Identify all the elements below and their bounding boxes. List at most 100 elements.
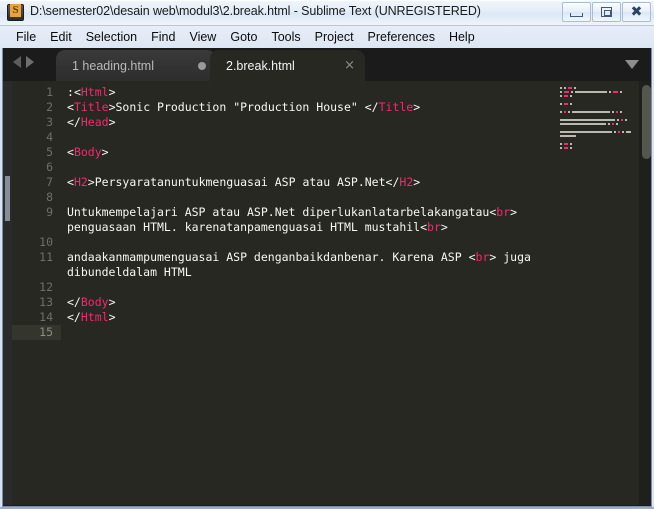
sublime-text-window: D:\semester02\desain web\modul3\2.break.…: [0, 0, 654, 509]
minimap-line: [560, 102, 639, 105]
menu-item-preferences[interactable]: Preferences: [361, 28, 442, 47]
minimap-line: [560, 118, 639, 121]
minimap-segment: [621, 118, 623, 121]
html-tag-name: Title: [378, 100, 414, 114]
minimap-line: [560, 90, 639, 93]
menu-item-goto[interactable]: Goto: [223, 28, 264, 47]
left-rail: [3, 81, 12, 505]
minimap-segment: [612, 110, 614, 113]
minimap-segment: [626, 130, 631, 133]
line-number-gutter: 1 2 3 4 5 6 7 8 9 10 11 12 13 14 15: [12, 81, 61, 505]
code-text: >: [108, 85, 116, 99]
close-button[interactable]: ✖: [622, 2, 651, 22]
menu-item-tools[interactable]: Tools: [264, 28, 307, 47]
html-tag-name: Title: [73, 100, 109, 114]
menu-item-edit[interactable]: Edit: [43, 28, 79, 47]
line-number: 8: [46, 190, 53, 204]
menu-item-file[interactable]: File: [9, 28, 43, 47]
code-text: </: [385, 175, 400, 189]
minimap-line: [560, 122, 639, 125]
code-text: Sonic Production "Production House": [115, 100, 365, 114]
menu-bar: File Edit Selection Find View Goto Tools…: [0, 26, 654, 48]
menu-item-find[interactable]: Find: [144, 28, 182, 47]
minimap[interactable]: [557, 81, 639, 505]
html-tag-name: Body: [80, 295, 109, 309]
tab-break-html[interactable]: 2.break.html ×: [210, 50, 365, 81]
line-number: 13: [39, 295, 53, 309]
minimap-line: [560, 106, 639, 109]
scrollbar-thumb[interactable]: [642, 85, 651, 159]
minimap-segment: [575, 90, 607, 93]
line-number: 12: [39, 280, 53, 294]
code-line: <Title>Sonic Production "Production Hous…: [67, 100, 557, 115]
minimap-line: [560, 146, 639, 149]
tab-modified-dot-icon[interactable]: [198, 61, 206, 70]
minimap-line: [560, 98, 639, 101]
tab-label: 1 heading.html: [72, 58, 155, 73]
code-text: >: [108, 100, 116, 114]
code-text: <: [73, 85, 81, 99]
minimap-line: [560, 126, 639, 129]
minimap-segment: [564, 86, 566, 89]
window-top-highlight: [0, 0, 654, 1]
html-tag-name: H2: [73, 175, 88, 189]
tab-close-icon[interactable]: ×: [344, 59, 355, 72]
tab-heading-html[interactable]: 1 heading.html: [56, 50, 216, 81]
menu-item-selection[interactable]: Selection: [79, 28, 144, 47]
minimap-line: [560, 94, 639, 97]
minimap-segment: [570, 94, 572, 97]
minimap-segment: [560, 146, 562, 149]
code-text: penguasaan HTML. karenatanpamenguasai HT…: [67, 220, 421, 234]
tab-strip: 1 heading.html 2.break.html ×: [56, 48, 365, 81]
code-line: <H2 > Persyaratanuntukmenguasai ASP atau A…: [67, 175, 557, 190]
minimap-line: [560, 130, 639, 133]
code-text: juga: [496, 250, 531, 264]
menu-item-project[interactable]: Project: [308, 28, 361, 47]
minimize-button[interactable]: [562, 2, 591, 22]
minimap-segment: [622, 130, 624, 133]
menu-item-help[interactable]: Help: [442, 28, 482, 47]
maximize-restore-button[interactable]: [592, 2, 621, 22]
code-text: </: [67, 115, 81, 129]
tab-bar: 1 heading.html 2.break.html ×: [3, 48, 651, 81]
code-line: </Body>: [67, 295, 557, 310]
minimap-segment: [560, 122, 606, 125]
minimap-segment: [616, 110, 618, 113]
sublime-text-icon: [7, 4, 24, 21]
minimize-icon: [563, 3, 590, 21]
code-text: <: [67, 145, 74, 159]
code-editor[interactable]: 1 2 3 4 5 6 7 8 9 10 11 12 13 14 15 :<Html> <Title>Soni…: [3, 81, 651, 505]
code-text: <: [67, 175, 74, 189]
minimap-line: [560, 86, 639, 89]
menu-item-view[interactable]: View: [182, 28, 223, 47]
minimap-segment: [564, 94, 568, 97]
minimap-segment: [560, 90, 562, 93]
minimap-segment: [564, 90, 569, 93]
line-number: 14: [39, 310, 53, 324]
minimap-segment: [560, 130, 612, 133]
code-content[interactable]: :<Html> <Title>Sonic Production "Producti…: [61, 81, 557, 505]
chevron-down-icon[interactable]: [625, 60, 639, 69]
code-text: >: [108, 310, 116, 324]
line-number: 7: [46, 175, 53, 189]
arrow-left-icon[interactable]: [13, 56, 21, 68]
line-number: 5: [46, 145, 53, 159]
code-text: <: [468, 250, 476, 264]
line-number: 4: [46, 130, 53, 144]
tab-navigation: [13, 56, 34, 68]
vertical-scrollbar[interactable]: [639, 81, 651, 505]
window-controls: ✖: [561, 1, 651, 23]
restore-icon: [593, 3, 620, 21]
arrow-right-icon[interactable]: [26, 56, 34, 68]
code-text: Persyaratanuntukmenguasai ASP atau ASP.N…: [94, 175, 386, 189]
code-line: penguasaan HTML. karenatanpamenguasai HT…: [67, 220, 557, 235]
minimap-segment: [620, 90, 622, 93]
code-text: >: [413, 175, 421, 189]
minimap-line: [560, 150, 639, 153]
close-icon: ✖: [630, 4, 643, 20]
code-line: <Body>: [67, 145, 557, 160]
minimap-segment: [613, 90, 618, 93]
